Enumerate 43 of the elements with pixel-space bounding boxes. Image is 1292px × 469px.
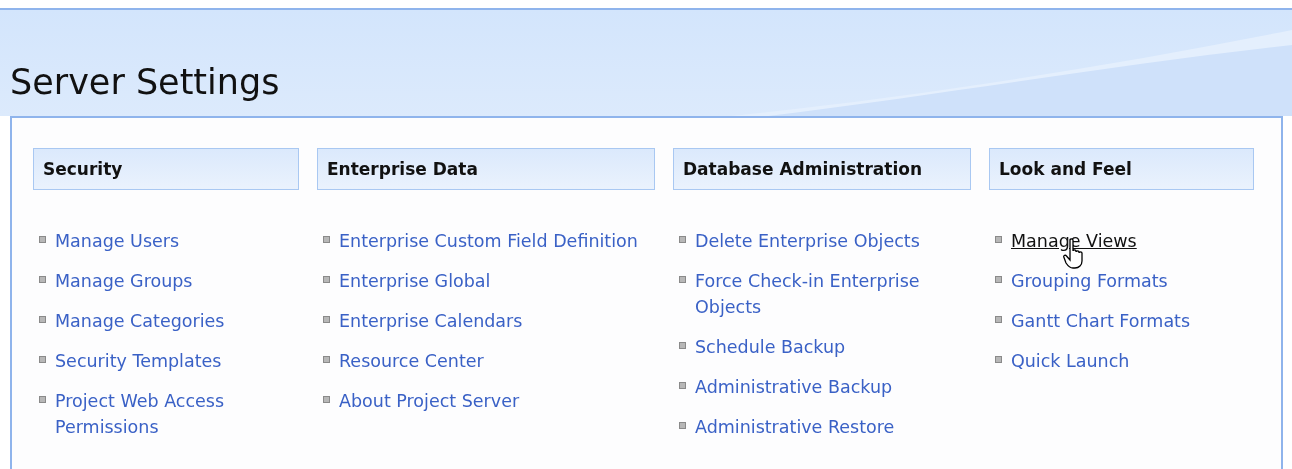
bullet-icon [323, 396, 330, 403]
bullet-icon [323, 276, 330, 283]
settings-link[interactable]: Schedule Backup [695, 334, 846, 360]
settings-link[interactable]: Manage Views [1011, 228, 1137, 254]
settings-link[interactable]: Security Templates [55, 348, 222, 374]
settings-link[interactable]: Project Web Access Permissions [55, 388, 299, 440]
page-title: Server Settings [10, 65, 280, 100]
bullet-icon [323, 316, 330, 323]
bullet-icon [679, 276, 686, 283]
section-heading: Database Administration [673, 148, 971, 190]
section-heading: Look and Feel [989, 148, 1254, 190]
settings-link[interactable]: Administrative Backup [695, 374, 893, 400]
settings-link[interactable]: About Project Server [339, 388, 520, 414]
bullet-icon [995, 356, 1002, 363]
bullet-icon [323, 236, 330, 243]
settings-link[interactable]: Force Check-in Enterprise Objects [695, 268, 971, 320]
bullet-icon [39, 396, 46, 403]
settings-link[interactable]: Grouping Formats [1011, 268, 1168, 294]
settings-link[interactable]: Enterprise Custom Field Definition [339, 228, 638, 254]
bullet-icon [995, 276, 1002, 283]
settings-link[interactable]: Administrative Restore [695, 414, 895, 440]
section-heading: Enterprise Data [317, 148, 655, 190]
settings-link[interactable]: Quick Launch [1011, 348, 1130, 374]
bullet-icon [679, 236, 686, 243]
bullet-icon [679, 342, 686, 349]
bullet-icon [995, 236, 1002, 243]
bullet-icon [679, 382, 686, 389]
settings-link[interactable]: Enterprise Calendars [339, 308, 523, 334]
settings-link[interactable]: Manage Groups [55, 268, 193, 294]
settings-link[interactable]: Enterprise Global [339, 268, 491, 294]
settings-link[interactable]: Resource Center [339, 348, 484, 374]
settings-link[interactable]: Manage Users [55, 228, 180, 254]
bullet-icon [995, 316, 1002, 323]
settings-link[interactable]: Manage Categories [55, 308, 225, 334]
bullet-icon [323, 356, 330, 363]
bullet-icon [39, 276, 46, 283]
bullet-icon [679, 422, 686, 429]
settings-link[interactable]: Gantt Chart Formats [1011, 308, 1191, 334]
section-heading: Security [33, 148, 299, 190]
bullet-icon [39, 316, 46, 323]
bullet-icon [39, 236, 46, 243]
settings-link[interactable]: Delete Enterprise Objects [695, 228, 920, 254]
bullet-icon [39, 356, 46, 363]
